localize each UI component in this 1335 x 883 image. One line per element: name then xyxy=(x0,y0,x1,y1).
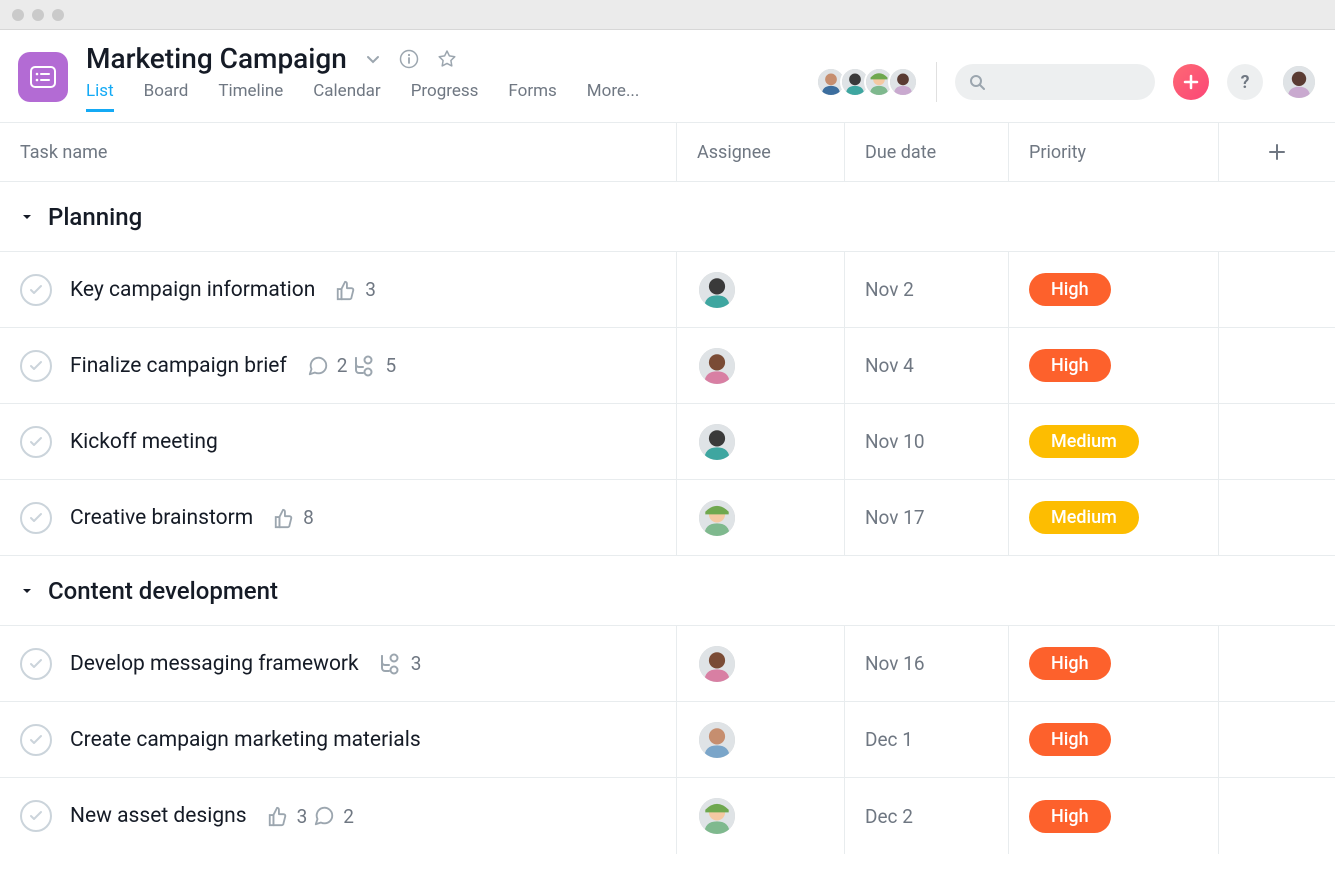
collapse-caret-icon[interactable] xyxy=(20,210,34,224)
task-row[interactable]: Finalize campaign brief 25 Nov 4 High xyxy=(0,328,1335,404)
priority-pill[interactable]: High xyxy=(1029,349,1111,382)
assignee-avatar[interactable] xyxy=(697,796,737,836)
empty-cell xyxy=(1218,252,1335,327)
task-name[interactable]: Develop messaging framework xyxy=(70,652,359,676)
project-icon xyxy=(18,52,68,102)
empty-cell xyxy=(1218,404,1335,479)
project-title[interactable]: Marketing Campaign xyxy=(86,42,347,75)
col-assignee[interactable]: Assignee xyxy=(676,123,844,181)
subtask-count[interactable]: 3 xyxy=(379,652,422,675)
tab-timeline[interactable]: Timeline xyxy=(218,81,283,112)
empty-cell xyxy=(1218,626,1335,701)
priority-pill[interactable]: Medium xyxy=(1029,425,1139,458)
task-name[interactable]: Kickoff meeting xyxy=(70,430,218,454)
complete-checkbox[interactable] xyxy=(20,502,52,534)
subtask-count[interactable]: 5 xyxy=(353,354,396,377)
complete-checkbox[interactable] xyxy=(20,648,52,680)
traffic-light-close[interactable] xyxy=(12,9,24,21)
section-header[interactable]: Content development xyxy=(0,556,1335,626)
assignee-avatar[interactable] xyxy=(697,644,737,684)
priority-pill[interactable]: High xyxy=(1029,647,1111,680)
like-count[interactable]: 3 xyxy=(267,805,308,828)
comment-count[interactable]: 2 xyxy=(313,805,354,828)
task-row[interactable]: Key campaign information 3 Nov 2 High xyxy=(0,252,1335,328)
empty-cell xyxy=(1218,702,1335,777)
project-members[interactable] xyxy=(822,67,918,97)
task-name[interactable]: Key campaign information xyxy=(70,278,315,302)
task-name[interactable]: Creative brainstorm xyxy=(70,506,253,530)
task-row[interactable]: Kickoff meeting Nov 10 Medium xyxy=(0,404,1335,480)
complete-checkbox[interactable] xyxy=(20,800,52,832)
due-date[interactable]: Nov 4 xyxy=(865,354,914,377)
task-row[interactable]: New asset designs 32 Dec 2 High xyxy=(0,778,1335,854)
task-row[interactable]: Develop messaging framework 3 Nov 16 High xyxy=(0,626,1335,702)
col-due-date[interactable]: Due date xyxy=(844,123,1008,181)
empty-cell xyxy=(1218,778,1335,854)
tab-board[interactable]: Board xyxy=(144,81,189,112)
task-row[interactable]: Creative brainstorm 8 Nov 17 Medium xyxy=(0,480,1335,556)
priority-pill[interactable]: High xyxy=(1029,800,1111,833)
view-tabs: List Board Timeline Calendar Progress Forms Mo… xyxy=(86,81,639,112)
section-header[interactable]: Planning xyxy=(0,182,1335,252)
task-name[interactable]: New asset designs xyxy=(70,804,247,828)
tab-list[interactable]: List xyxy=(86,81,114,112)
priority-pill[interactable]: High xyxy=(1029,723,1111,756)
add-column-button[interactable] xyxy=(1218,123,1335,181)
tab-calendar[interactable]: Calendar xyxy=(313,81,380,112)
priority-pill[interactable]: Medium xyxy=(1029,501,1139,534)
column-headers: Task name Assignee Due date Priority xyxy=(0,122,1335,182)
due-date[interactable]: Nov 17 xyxy=(865,506,925,529)
complete-checkbox[interactable] xyxy=(20,724,52,756)
tab-more[interactable]: More... xyxy=(587,81,640,112)
assignee-avatar[interactable] xyxy=(697,720,737,760)
empty-cell xyxy=(1218,328,1335,403)
comment-count[interactable]: 2 xyxy=(307,354,348,377)
project-header: Marketing Campaign List Board Timeline Cale… xyxy=(0,30,1335,112)
section-title: Content development xyxy=(48,577,278,605)
assignee-avatar[interactable] xyxy=(697,422,737,462)
task-row[interactable]: Create campaign marketing materials Dec 1… xyxy=(0,702,1335,778)
traffic-light-minimize[interactable] xyxy=(32,9,44,21)
task-name[interactable]: Create campaign marketing materials xyxy=(70,728,421,752)
traffic-light-zoom[interactable] xyxy=(52,9,64,21)
due-date[interactable]: Nov 16 xyxy=(865,652,925,675)
tab-forms[interactable]: Forms xyxy=(508,81,556,112)
search-input[interactable] xyxy=(955,64,1155,100)
col-priority[interactable]: Priority xyxy=(1008,123,1218,181)
complete-checkbox[interactable] xyxy=(20,350,52,382)
like-count[interactable]: 8 xyxy=(273,506,314,529)
task-name[interactable]: Finalize campaign brief xyxy=(70,354,287,378)
complete-checkbox[interactable] xyxy=(20,274,52,306)
collapse-caret-icon[interactable] xyxy=(20,584,34,598)
tab-progress[interactable]: Progress xyxy=(411,81,479,112)
member-avatar[interactable] xyxy=(888,67,918,97)
due-date[interactable]: Dec 1 xyxy=(865,728,913,751)
info-icon[interactable] xyxy=(399,49,419,69)
complete-checkbox[interactable] xyxy=(20,426,52,458)
section-title: Planning xyxy=(48,203,142,231)
assignee-avatar[interactable] xyxy=(697,346,737,386)
empty-cell xyxy=(1218,480,1335,555)
search-icon xyxy=(969,74,985,90)
help-button[interactable]: ? xyxy=(1227,64,1263,100)
dropdown-caret-icon[interactable] xyxy=(365,51,381,67)
due-date[interactable]: Nov 2 xyxy=(865,278,914,301)
divider xyxy=(936,62,937,102)
due-date[interactable]: Dec 2 xyxy=(865,805,913,828)
col-task-name[interactable]: Task name xyxy=(0,123,676,181)
like-count[interactable]: 3 xyxy=(335,278,376,301)
priority-pill[interactable]: High xyxy=(1029,273,1111,306)
assignee-avatar[interactable] xyxy=(697,498,737,538)
star-icon[interactable] xyxy=(437,49,457,69)
quick-add-button[interactable] xyxy=(1173,64,1209,100)
assignee-avatar[interactable] xyxy=(697,270,737,310)
user-avatar[interactable] xyxy=(1281,64,1317,100)
due-date[interactable]: Nov 10 xyxy=(865,430,925,453)
window-titlebar xyxy=(0,0,1335,30)
